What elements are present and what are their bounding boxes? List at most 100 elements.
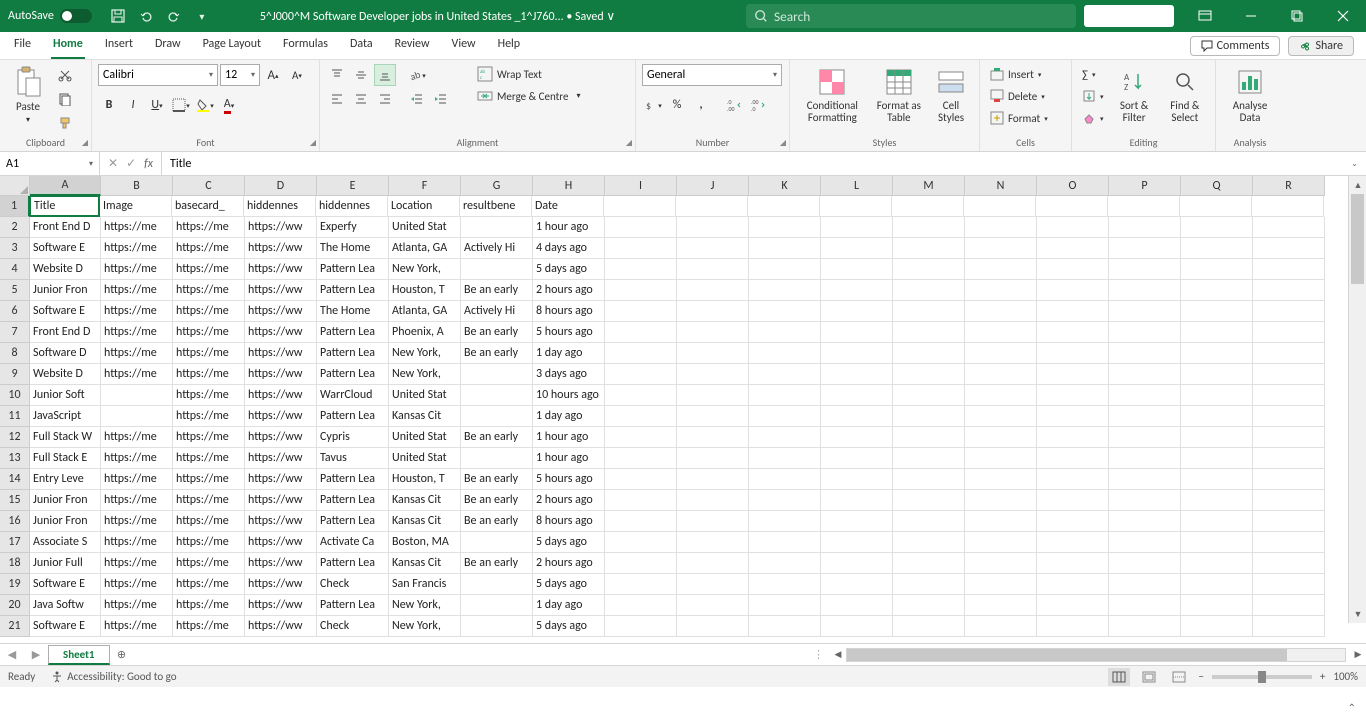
cell[interactable] [1181,448,1253,469]
cell[interactable]: https://me [101,280,173,301]
cell[interactable]: Pattern Lea [317,343,389,364]
cell[interactable]: https://me [173,490,245,511]
cell[interactable]: Boston, MA [389,532,461,553]
cell[interactable]: 8 hours ago [533,511,605,532]
cell[interactable] [1181,427,1253,448]
decrease-font-icon[interactable]: A▾ [286,64,308,86]
cell[interactable] [749,217,821,238]
cell[interactable] [677,532,749,553]
cell[interactable]: https://me [101,595,173,616]
percent-format-icon[interactable]: % [666,94,688,116]
maximize-button[interactable] [1274,0,1320,32]
cell[interactable] [821,343,893,364]
cut-icon[interactable] [54,64,76,86]
cell[interactable] [1181,490,1253,511]
cell[interactable] [1109,427,1181,448]
cell[interactable] [749,448,821,469]
cell[interactable] [893,511,965,532]
cell[interactable]: Website D [30,259,101,280]
cell[interactable] [749,490,821,511]
cell[interactable]: United Stat [389,217,461,238]
cell[interactable] [892,196,964,217]
cell[interactable] [1109,280,1181,301]
cell[interactable] [1180,196,1252,217]
cell[interactable] [677,238,749,259]
italic-button[interactable]: I [122,94,144,116]
cell[interactable] [1181,364,1253,385]
cell[interactable] [821,280,893,301]
sort-filter-button[interactable]: AZSort & Filter [1112,64,1157,126]
cell[interactable] [1181,595,1253,616]
cell[interactable]: Pattern Lea [317,469,389,490]
cell[interactable]: https://me [101,364,173,385]
cell[interactable] [605,238,677,259]
split-handle[interactable]: ⋮ [807,648,830,661]
share-button[interactable]: Share [1288,36,1354,56]
align-middle-icon[interactable] [350,64,372,86]
cell[interactable] [821,553,893,574]
cell[interactable] [461,616,533,637]
cell[interactable]: Junior Fron [30,511,101,532]
cell[interactable]: https://me [173,427,245,448]
cell[interactable]: 1 hour ago [533,448,605,469]
cell[interactable] [965,616,1037,637]
align-right-icon[interactable] [374,88,396,110]
cell[interactable] [893,469,965,490]
cell[interactable] [1252,196,1324,217]
cell[interactable] [1253,280,1325,301]
cell[interactable] [605,217,677,238]
column-header[interactable]: O [1037,176,1109,196]
cell[interactable]: https://me [101,322,173,343]
cell[interactable] [605,616,677,637]
cell[interactable]: Full Stack E [30,448,101,469]
cell[interactable]: 1 day ago [533,595,605,616]
cell[interactable]: resultbene [460,196,532,217]
column-header[interactable]: B [101,176,173,196]
cell[interactable] [1109,301,1181,322]
cell[interactable]: United Stat [389,427,461,448]
cell[interactable] [1253,385,1325,406]
scroll-up-icon[interactable]: ▲ [1349,176,1366,194]
column-header[interactable]: D [245,176,317,196]
cell[interactable] [1037,301,1109,322]
cell[interactable] [676,196,748,217]
cell[interactable] [965,532,1037,553]
cell[interactable] [965,364,1037,385]
cell[interactable]: Title [29,195,100,217]
cell[interactable] [893,280,965,301]
cell[interactable] [605,595,677,616]
cell[interactable] [965,259,1037,280]
cell[interactable]: https://me [101,301,173,322]
save-icon[interactable] [108,6,128,26]
cell[interactable] [1037,406,1109,427]
cell[interactable]: Junior Fron [30,280,101,301]
cell[interactable]: 1 day ago [533,406,605,427]
row-header[interactable]: 5 [0,280,30,301]
cell[interactable] [1037,217,1109,238]
cell[interactable]: basecard_ [172,196,244,217]
cell[interactable] [1181,553,1253,574]
cell[interactable]: Check [317,574,389,595]
cell[interactable]: San Francis [389,574,461,595]
cell[interactable] [965,595,1037,616]
cell[interactable] [749,385,821,406]
vertical-scrollbar[interactable]: ▲ ▼ [1348,176,1366,623]
cell[interactable]: Atlanta, GA [389,301,461,322]
cell[interactable]: https://me [173,574,245,595]
cell[interactable] [677,385,749,406]
increase-decimal-icon[interactable]: .0.00 [724,94,746,116]
cell[interactable]: https://me [173,553,245,574]
cell[interactable]: https://me [173,385,245,406]
cell[interactable]: Software E [30,301,101,322]
cell[interactable] [1037,595,1109,616]
close-button[interactable] [1320,0,1366,32]
cell[interactable]: Be an early [461,280,533,301]
page-break-view-icon[interactable] [1168,668,1190,686]
select-all-button[interactable] [0,176,30,196]
cell[interactable] [965,343,1037,364]
cell[interactable] [1037,553,1109,574]
row-header[interactable]: 20 [0,595,30,616]
row-header[interactable]: 6 [0,301,30,322]
cell[interactable]: https://me [173,616,245,637]
cell[interactable] [677,616,749,637]
